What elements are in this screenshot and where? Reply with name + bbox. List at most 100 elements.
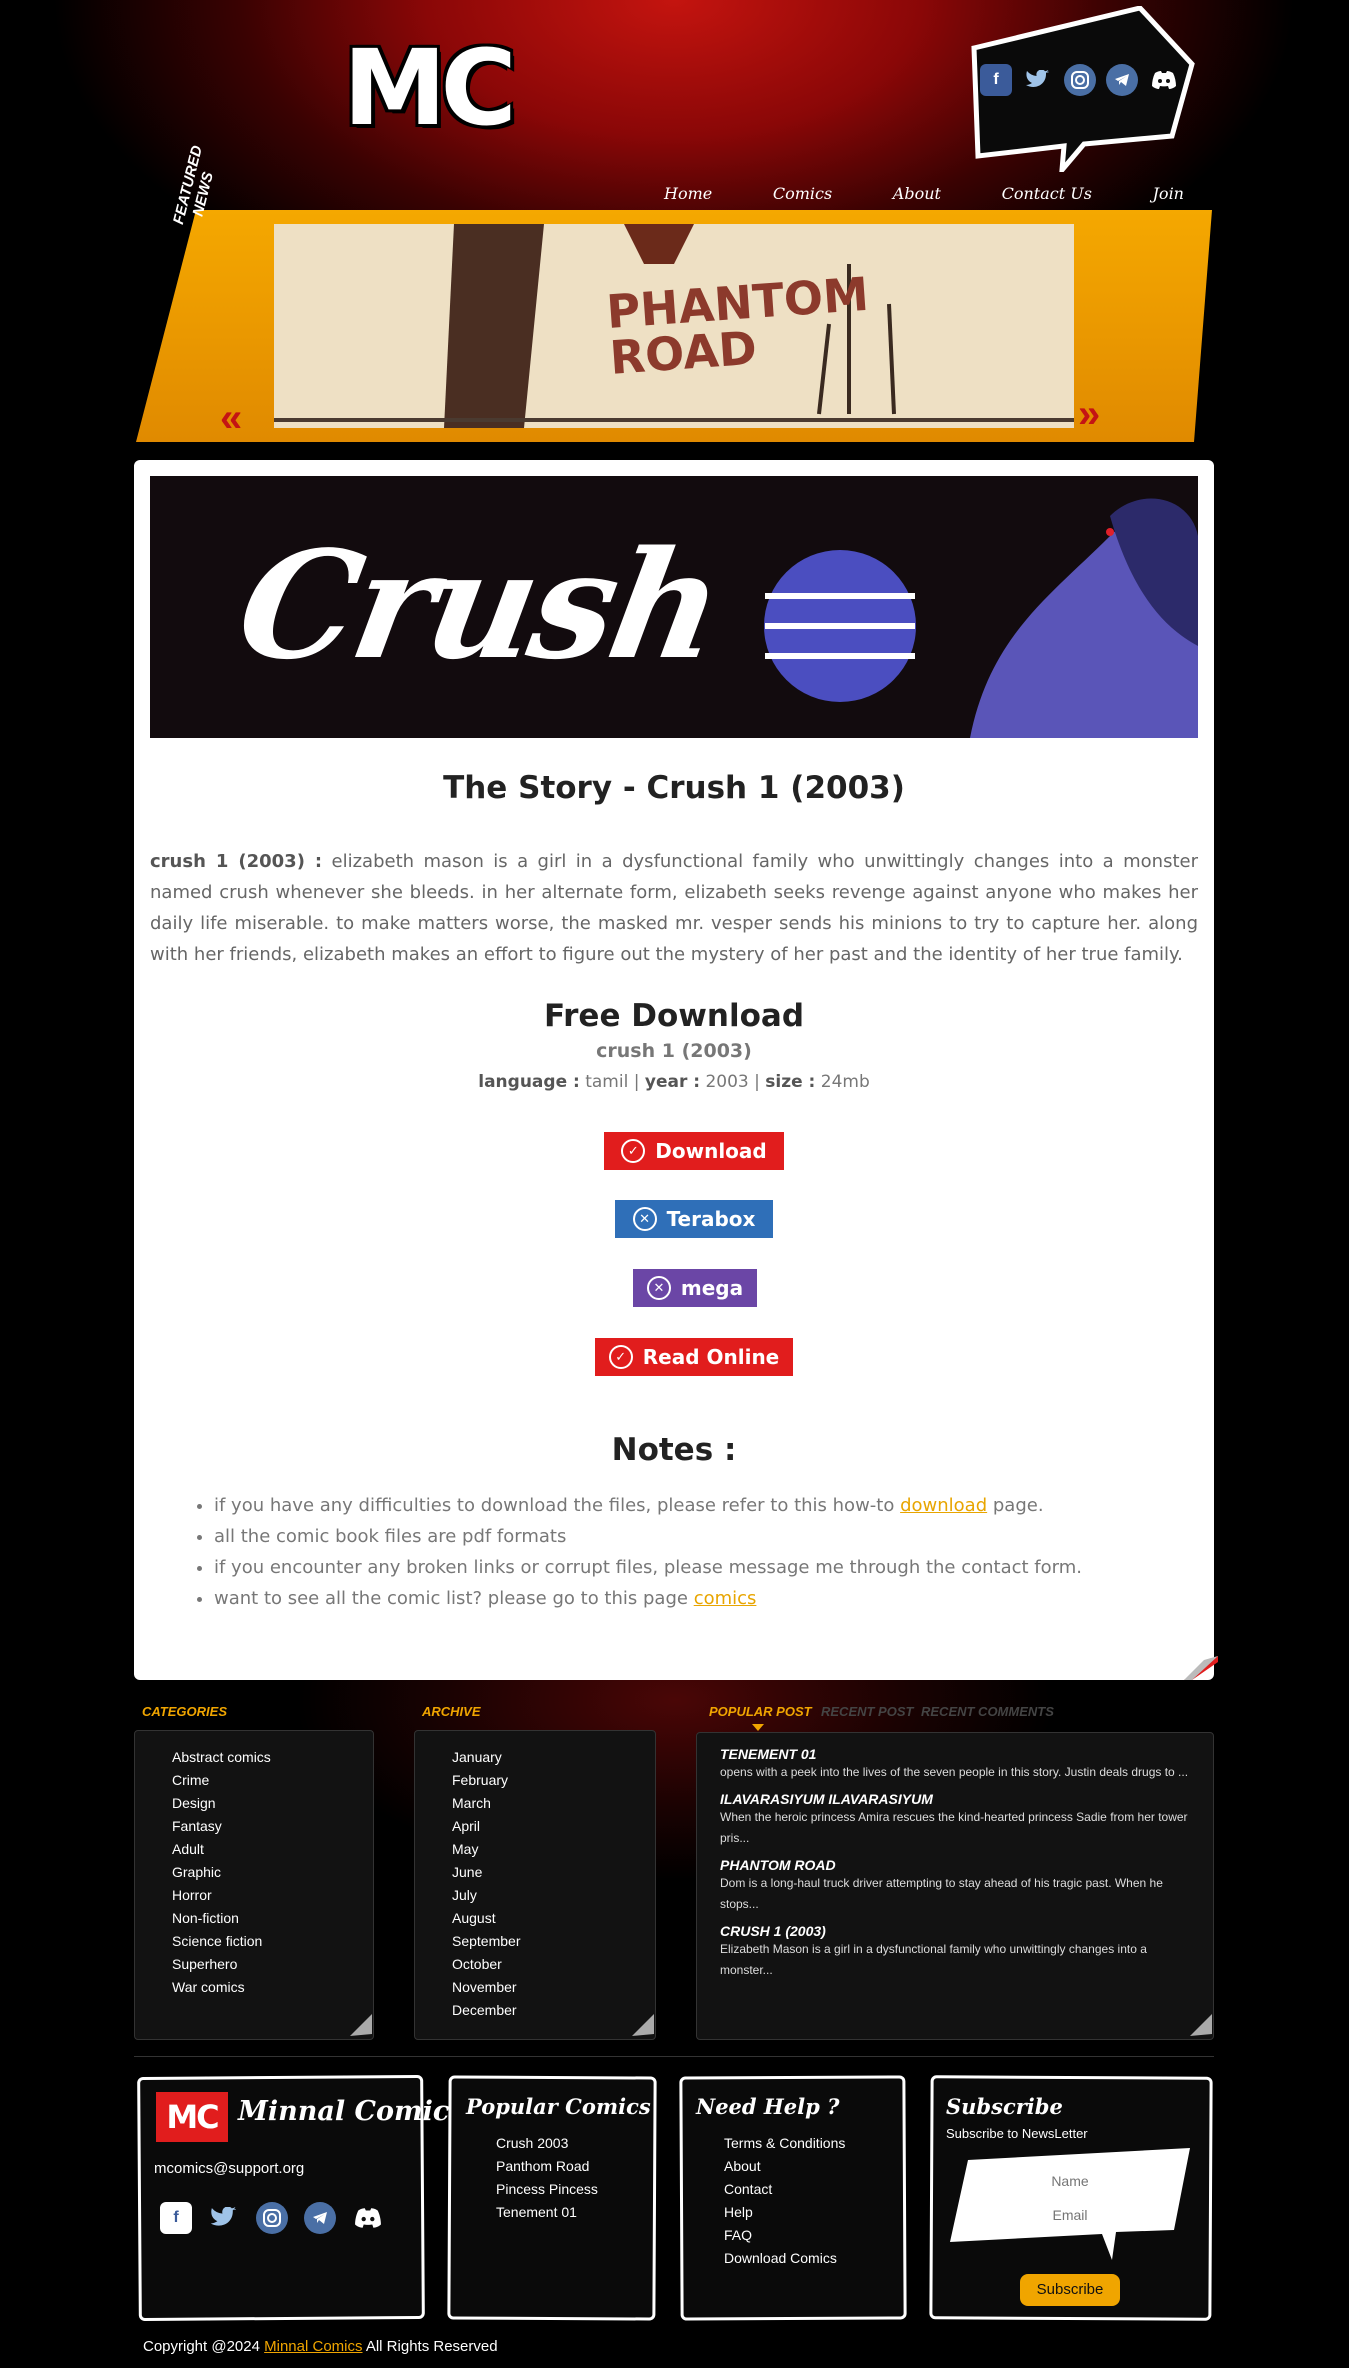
terabox-button-label: Terabox: [666, 1207, 756, 1231]
footer-subscribe-heading: Subscribe: [946, 2094, 1063, 2119]
nav-join[interactable]: Join: [1153, 184, 1184, 203]
archive-item[interactable]: June: [452, 1861, 520, 1884]
tab-popular-post[interactable]: POPULAR POST: [709, 1704, 812, 1719]
facebook-icon[interactable]: f: [160, 2202, 192, 2234]
footer-help-link[interactable]: Contact: [724, 2178, 845, 2201]
telegram-icon[interactable]: [304, 2202, 336, 2234]
instagram-icon[interactable]: [1064, 64, 1096, 96]
archive-item[interactable]: January: [452, 1746, 520, 1769]
footer-help-link[interactable]: About: [724, 2155, 845, 2178]
nav-home[interactable]: Home: [664, 184, 712, 203]
footer-help-link[interactable]: FAQ: [724, 2224, 845, 2247]
footer-comic-link[interactable]: Tenement 01: [496, 2201, 598, 2224]
footer-help-list: Terms & Conditions About Contact Help FA…: [724, 2132, 845, 2270]
subscribe-button[interactable]: Subscribe: [1020, 2274, 1120, 2306]
download-heading: Free Download: [543, 998, 805, 1034]
archive-item[interactable]: December: [452, 1999, 520, 2022]
subscribe-name-input[interactable]: [990, 2168, 1150, 2194]
read-online-button-label: Read Online: [642, 1345, 780, 1369]
category-item[interactable]: Non-fiction: [172, 1907, 271, 1930]
post-excerpt: Dom is a long-haul truck driver attempti…: [720, 1876, 1163, 1911]
download-help-link[interactable]: download: [900, 1495, 987, 1516]
telegram-icon[interactable]: [1106, 64, 1138, 96]
tab-recent-post[interactable]: RECENT POST: [821, 1704, 913, 1719]
list-item[interactable]: TENEMENT 01 opens with a peek into the li…: [720, 1746, 1190, 1783]
discord-icon[interactable]: [1148, 64, 1180, 96]
footer-comic-link[interactable]: Crush 2003: [496, 2132, 598, 2155]
twitter-icon[interactable]: [1022, 64, 1054, 96]
download-subtitle: crush 1 (2003): [596, 1040, 752, 1062]
list-item[interactable]: ILAVARASIYUM ILAVARASIYUM When the heroic…: [720, 1791, 1190, 1849]
footer-help-link[interactable]: Download Comics: [724, 2247, 845, 2270]
post-title: ILAVARASIYUM ILAVARASIYUM: [720, 1791, 933, 1807]
read-online-button[interactable]: ✓ Read Online: [595, 1338, 793, 1376]
archive-item[interactable]: April: [452, 1815, 520, 1838]
footer-email: mcomics@support.org: [154, 2160, 305, 2177]
divider: [134, 2056, 1214, 2057]
footer-comic-link[interactable]: Panthom Road: [496, 2155, 598, 2178]
category-item[interactable]: War comics: [172, 1976, 271, 1999]
category-item[interactable]: Fantasy: [172, 1815, 271, 1838]
post-title: CRUSH 1 (2003): [720, 1923, 826, 1939]
slider-prev-arrow[interactable]: «: [220, 396, 243, 441]
nav-about[interactable]: About: [893, 184, 941, 203]
category-item[interactable]: Design: [172, 1792, 271, 1815]
category-item[interactable]: Horror: [172, 1884, 271, 1907]
mega-button-label: mega: [680, 1276, 744, 1300]
download-meta: language : tamil | year : 2003 | size : …: [478, 1072, 870, 1092]
footer-help-link[interactable]: Terms & Conditions: [724, 2132, 845, 2155]
twitter-icon[interactable]: [208, 2202, 240, 2234]
site-logo[interactable]: MC: [343, 36, 517, 140]
archive-heading: ARCHIVE: [422, 1704, 481, 1719]
page-curl-corner: [1184, 1656, 1218, 1680]
post-title: TENEMENT 01: [720, 1746, 817, 1762]
comics-list-link[interactable]: comics: [694, 1588, 757, 1609]
facebook-icon[interactable]: f: [980, 64, 1012, 96]
language-label: language :: [478, 1072, 580, 1092]
list-item[interactable]: PHANTOM ROAD Dom is a long-haul truck dri…: [720, 1857, 1190, 1915]
note-text: if you have any difficulties to download…: [214, 1495, 895, 1516]
archive-item[interactable]: September: [452, 1930, 520, 1953]
download-button[interactable]: ✓ Download: [604, 1132, 784, 1170]
discord-icon[interactable]: [352, 2202, 384, 2234]
mega-button[interactable]: ✕ mega: [633, 1269, 757, 1307]
footer-logo[interactable]: MC: [156, 2092, 228, 2142]
close-circle-icon: ✕: [646, 1276, 671, 1300]
size-value: 24mb: [820, 1072, 870, 1092]
nav-comics[interactable]: Comics: [773, 184, 832, 203]
footer-comic-link[interactable]: Pincess Pincess: [496, 2178, 598, 2201]
archive-item[interactable]: November: [452, 1976, 520, 1999]
featured-image[interactable]: PHANTOM ROAD: [274, 224, 1074, 428]
category-item[interactable]: Adult: [172, 1838, 271, 1861]
terabox-button[interactable]: ✕ Terabox: [615, 1200, 773, 1238]
categories-list: Abstract comics Crime Design Fantasy Adu…: [172, 1746, 271, 1999]
slider-next-arrow[interactable]: »: [1078, 392, 1101, 437]
footer-popular-heading: Popular Comics: [466, 2094, 651, 2119]
category-item[interactable]: Graphic: [172, 1861, 271, 1884]
category-item[interactable]: Abstract comics: [172, 1746, 271, 1769]
category-item[interactable]: Superhero: [172, 1953, 271, 1976]
archive-item[interactable]: August: [452, 1907, 520, 1930]
story-text: crush 1 (2003) : elizabeth mason is a gi…: [150, 846, 1198, 970]
tab-recent-comments[interactable]: RECENT COMMENTS: [921, 1704, 1054, 1719]
archive-item[interactable]: February: [452, 1769, 520, 1792]
archive-item[interactable]: May: [452, 1838, 520, 1861]
nav-contact-us[interactable]: Contact Us: [1002, 184, 1092, 203]
footer-help-link[interactable]: Help: [724, 2201, 845, 2224]
instagram-icon[interactable]: [256, 2202, 288, 2234]
copyright-link[interactable]: Minnal Comics: [264, 2338, 362, 2355]
post-title: PHANTOM ROAD: [720, 1857, 836, 1873]
footer-popular-list: Crush 2003 Panthom Road Pincess Pincess …: [496, 2132, 598, 2224]
check-icon: ✓: [621, 1139, 646, 1163]
categories-heading: CATEGORIES: [142, 1704, 227, 1719]
subscribe-email-input[interactable]: [990, 2202, 1150, 2228]
category-item[interactable]: Science fiction: [172, 1930, 271, 1953]
page-curl-icon: [1190, 2014, 1212, 2036]
archive-item[interactable]: October: [452, 1953, 520, 1976]
hero-banner: Crush: [150, 476, 1198, 738]
category-item[interactable]: Crime: [172, 1769, 271, 1792]
archive-item[interactable]: July: [452, 1884, 520, 1907]
list-item[interactable]: CRUSH 1 (2003) Elizabeth Mason is a girl …: [720, 1923, 1190, 1981]
list-item: if you have any difficulties to download…: [214, 1490, 1174, 1521]
archive-item[interactable]: March: [452, 1792, 520, 1815]
